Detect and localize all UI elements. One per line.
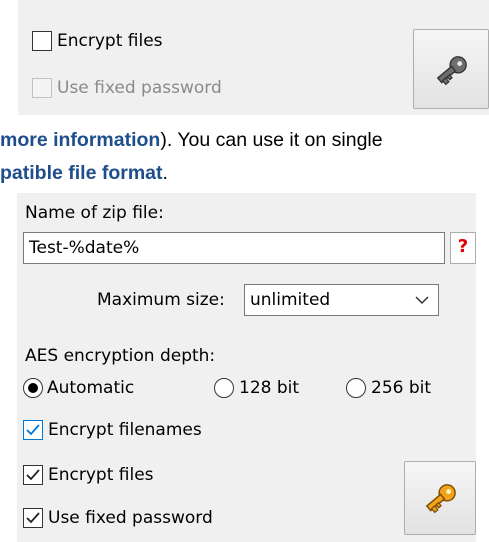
key-icon — [425, 484, 456, 514]
max-size-label: Maximum size: — [97, 290, 225, 310]
max-size-value: unlimited — [250, 290, 331, 310]
use-fixed-password-label-top: Use fixed password — [57, 78, 222, 98]
doc-line-2: patible file format. — [0, 161, 168, 185]
radio-automatic-label: Automatic — [47, 378, 135, 398]
radio-256-bit[interactable] — [346, 378, 366, 398]
radio-128-bit-label: 128 bit — [239, 378, 300, 398]
aes-depth-label: AES encryption depth: — [25, 346, 216, 366]
zip-name-input[interactable]: Test-%date% — [23, 232, 445, 264]
doc-line-1-text: ). You can use it on single — [160, 129, 383, 151]
key-icon — [436, 56, 467, 86]
encrypt-files-checkbox[interactable] — [23, 465, 43, 485]
key-button-top[interactable] — [413, 29, 489, 109]
compatible-file-format-link[interactable]: patible file format — [0, 162, 163, 184]
encrypt-files-checkbox-top[interactable] — [32, 31, 52, 51]
more-information-link[interactable]: more information — [0, 129, 160, 151]
doc-line-2-end: . — [162, 162, 168, 184]
use-fixed-password-label: Use fixed password — [48, 508, 213, 528]
use-fixed-password-checkbox-top[interactable] — [32, 78, 52, 98]
checkmark-icon — [26, 512, 40, 524]
help-button[interactable]: ? — [450, 232, 476, 264]
radio-selected-dot — [28, 383, 38, 393]
encrypt-files-label: Encrypt files — [48, 465, 154, 485]
encrypt-filenames-label: Encrypt filenames — [48, 420, 202, 440]
encrypt-filenames-checkbox[interactable] — [23, 420, 43, 440]
radio-automatic[interactable] — [23, 378, 43, 398]
checkmark-icon — [26, 469, 40, 481]
checkmark-icon — [26, 424, 40, 436]
chevron-down-icon — [415, 296, 429, 305]
radio-128-bit[interactable] — [214, 378, 234, 398]
use-fixed-password-checkbox[interactable] — [23, 508, 43, 528]
radio-256-bit-label: 256 bit — [371, 378, 432, 398]
zip-name-label: Name of zip file: — [25, 203, 164, 223]
max-size-select[interactable]: unlimited — [244, 284, 439, 316]
password-key-button[interactable] — [404, 461, 476, 535]
encrypt-files-label-top: Encrypt files — [57, 31, 163, 51]
doc-line-1: more information). You can use it on sin… — [0, 128, 383, 152]
